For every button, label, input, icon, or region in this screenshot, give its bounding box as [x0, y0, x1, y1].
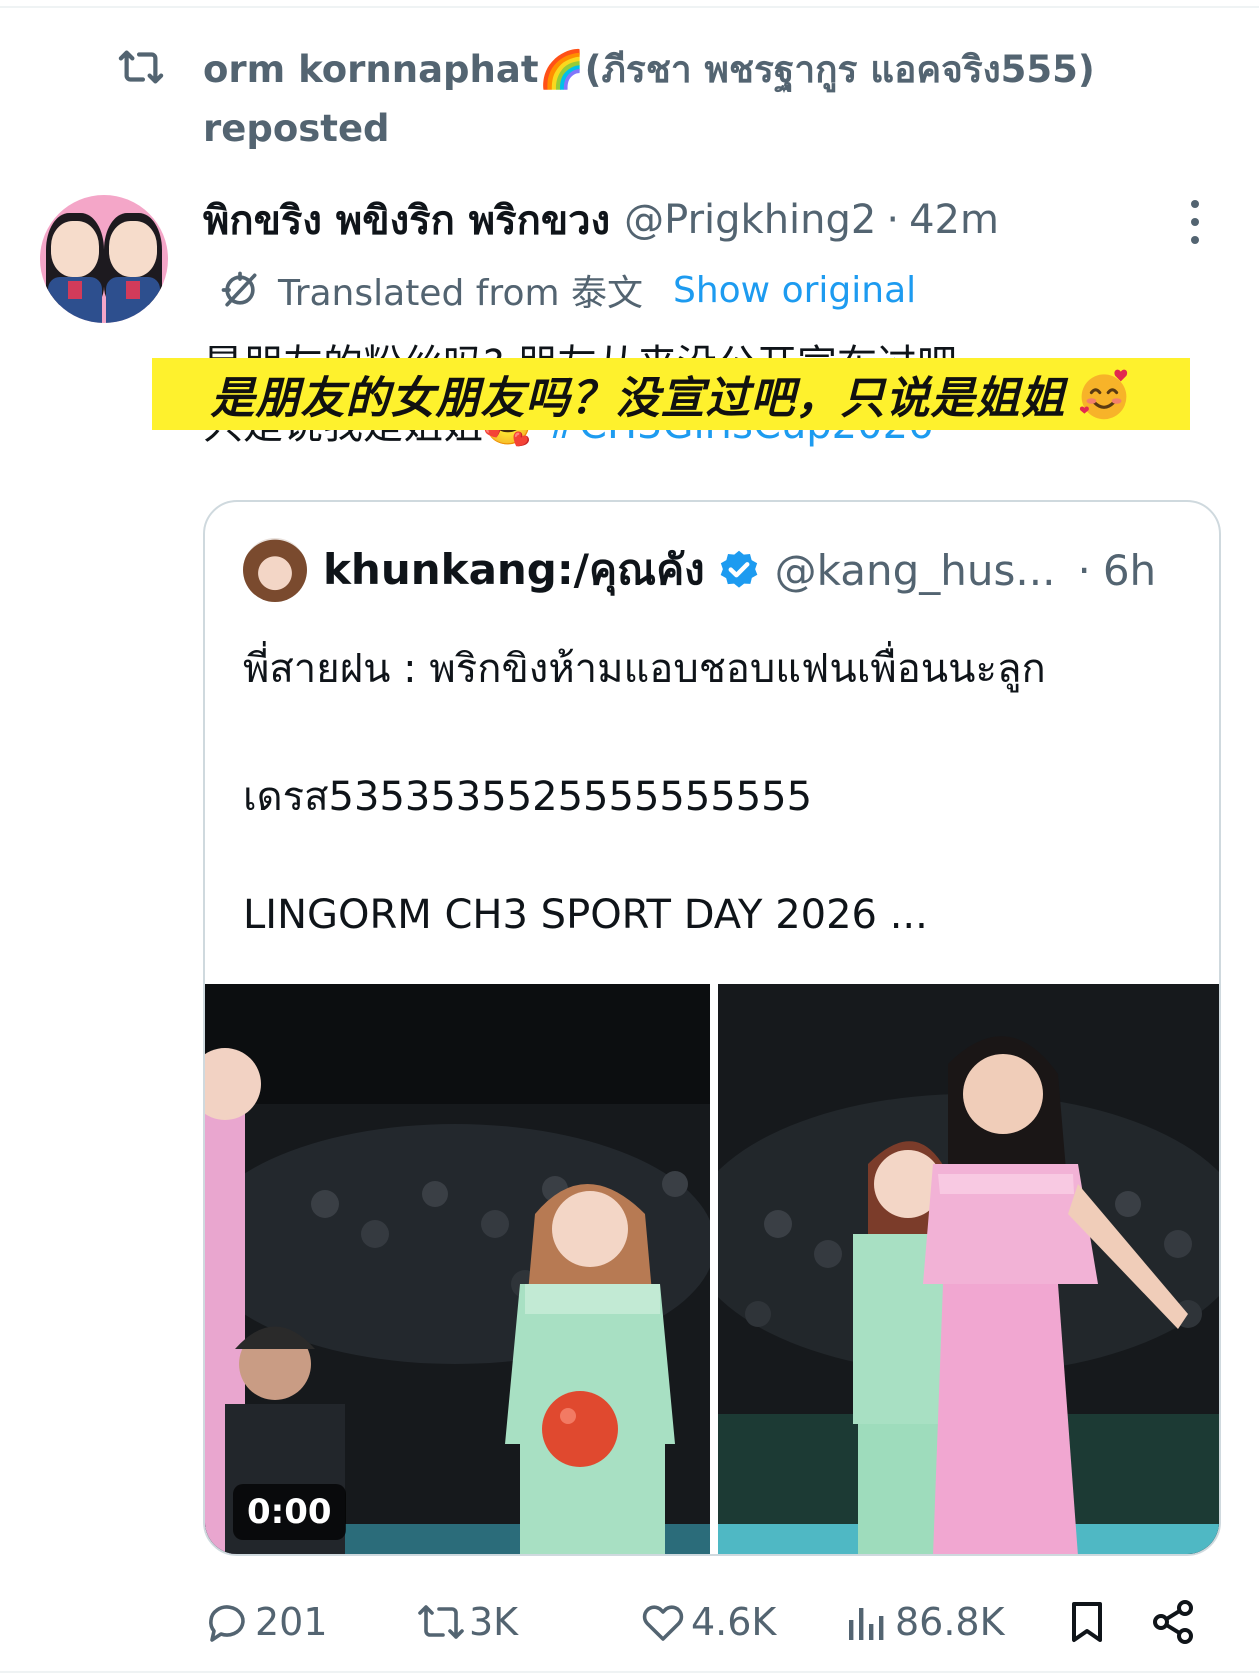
- translated-from-label: Translated from 泰文: [278, 273, 643, 314]
- top-divider: [0, 6, 1259, 8]
- avatar-face-left: [51, 221, 99, 277]
- quoted-text-line1: พี่สายฝน : พริกขิงห้ามแอบชอบแฟนเพื่อนนะล…: [243, 646, 1046, 692]
- more-dot: [1191, 236, 1199, 244]
- reply-count: 201: [255, 1600, 328, 1644]
- repost-action-icon: [418, 1605, 464, 1639]
- quoted-author-avatar[interactable]: [243, 538, 307, 602]
- quoted-header-separator: ·: [1077, 545, 1091, 595]
- show-original-link[interactable]: Show original: [673, 270, 916, 311]
- translate-icon: [221, 271, 257, 307]
- quoted-text-line2: เดรส5353535525555555555: [243, 774, 813, 820]
- media-gallery: 0:00: [205, 984, 1219, 1554]
- repost-count: 3K: [469, 1600, 519, 1644]
- quoted-author-name[interactable]: khunkang:/คุณคัง: [323, 537, 705, 603]
- author-name[interactable]: พิกขริง พขิงริก พริกขวง: [203, 188, 610, 252]
- like-button[interactable]: 4.6K: [639, 1590, 776, 1654]
- quoted-text-line3: LINGORM CH3 SPORT DAY 2026 ...: [243, 892, 928, 938]
- author-handle[interactable]: @Prigkhing2: [624, 197, 876, 243]
- reply-icon: [209, 1605, 245, 1642]
- avatar-tie-right: [126, 281, 140, 299]
- avatar-face-right: [109, 221, 157, 277]
- share-button[interactable]: [1149, 1590, 1197, 1654]
- video-frame-illustration: [205, 984, 710, 1554]
- reply-button[interactable]: 201: [203, 1590, 328, 1654]
- like-count: 4.6K: [691, 1600, 777, 1644]
- more-options-icon[interactable]: [1180, 200, 1210, 244]
- heart-icon: [642, 1605, 684, 1641]
- more-dot: [1191, 200, 1199, 208]
- repost-button[interactable]: 3K: [417, 1590, 518, 1654]
- tweet-timestamp[interactable]: 42m: [909, 197, 999, 243]
- smiling-face-with-hearts-icon: [1079, 369, 1127, 420]
- tweet-action-bar: 201 3K 4.6K 86.8K: [203, 1590, 1223, 1654]
- bottom-divider: [0, 1671, 1259, 1673]
- avatar-tie-left: [68, 281, 82, 299]
- caption-text: 是朋友的女朋友吗？没宣过吧，只说是姐姐: [210, 373, 1066, 424]
- header-separator: ·: [886, 197, 900, 243]
- quoted-tweet-header: khunkang:/คุณคัง @kang_hus... · 6h: [323, 540, 1156, 600]
- quoted-tweet-card[interactable]: khunkang:/คุณคัง @kang_hus... · 6h พี่สา…: [203, 500, 1221, 1556]
- bookmark-button[interactable]: [1063, 1590, 1111, 1654]
- verified-badge-icon: [720, 550, 758, 588]
- bookmark-icon: [1072, 1602, 1102, 1642]
- quoted-tweet-timestamp[interactable]: 6h: [1103, 546, 1156, 595]
- caption-banner: 是朋友的女朋友吗？没宣过吧，只说是姐姐: [152, 358, 1190, 430]
- translation-notice: Translated from 泰文 Show original: [218, 263, 916, 317]
- author-avatar[interactable]: [40, 195, 168, 323]
- photo-illustration: [718, 984, 1219, 1554]
- views-icon: [849, 1608, 884, 1640]
- video-thumbnail-left[interactable]: 0:00: [205, 984, 710, 1554]
- photo-thumbnail-right[interactable]: [718, 984, 1219, 1554]
- share-icon: [1153, 1600, 1193, 1644]
- tweet-header: พิกขริง พขิงริก พริกขวง @Prigkhing2 · 42…: [203, 190, 999, 250]
- quoted-author-handle[interactable]: @kang_hus...: [775, 546, 1056, 595]
- views-count: 86.8K: [895, 1600, 1005, 1644]
- repost-context-text[interactable]: orm kornnaphat🌈(ภีรชา พชรฐากูร แอคจริง55…: [203, 40, 1163, 158]
- video-duration-badge: 0:00: [233, 1484, 346, 1540]
- views-button[interactable]: 86.8K: [843, 1590, 1005, 1654]
- repost-icon: [118, 50, 164, 84]
- more-dot: [1191, 218, 1199, 226]
